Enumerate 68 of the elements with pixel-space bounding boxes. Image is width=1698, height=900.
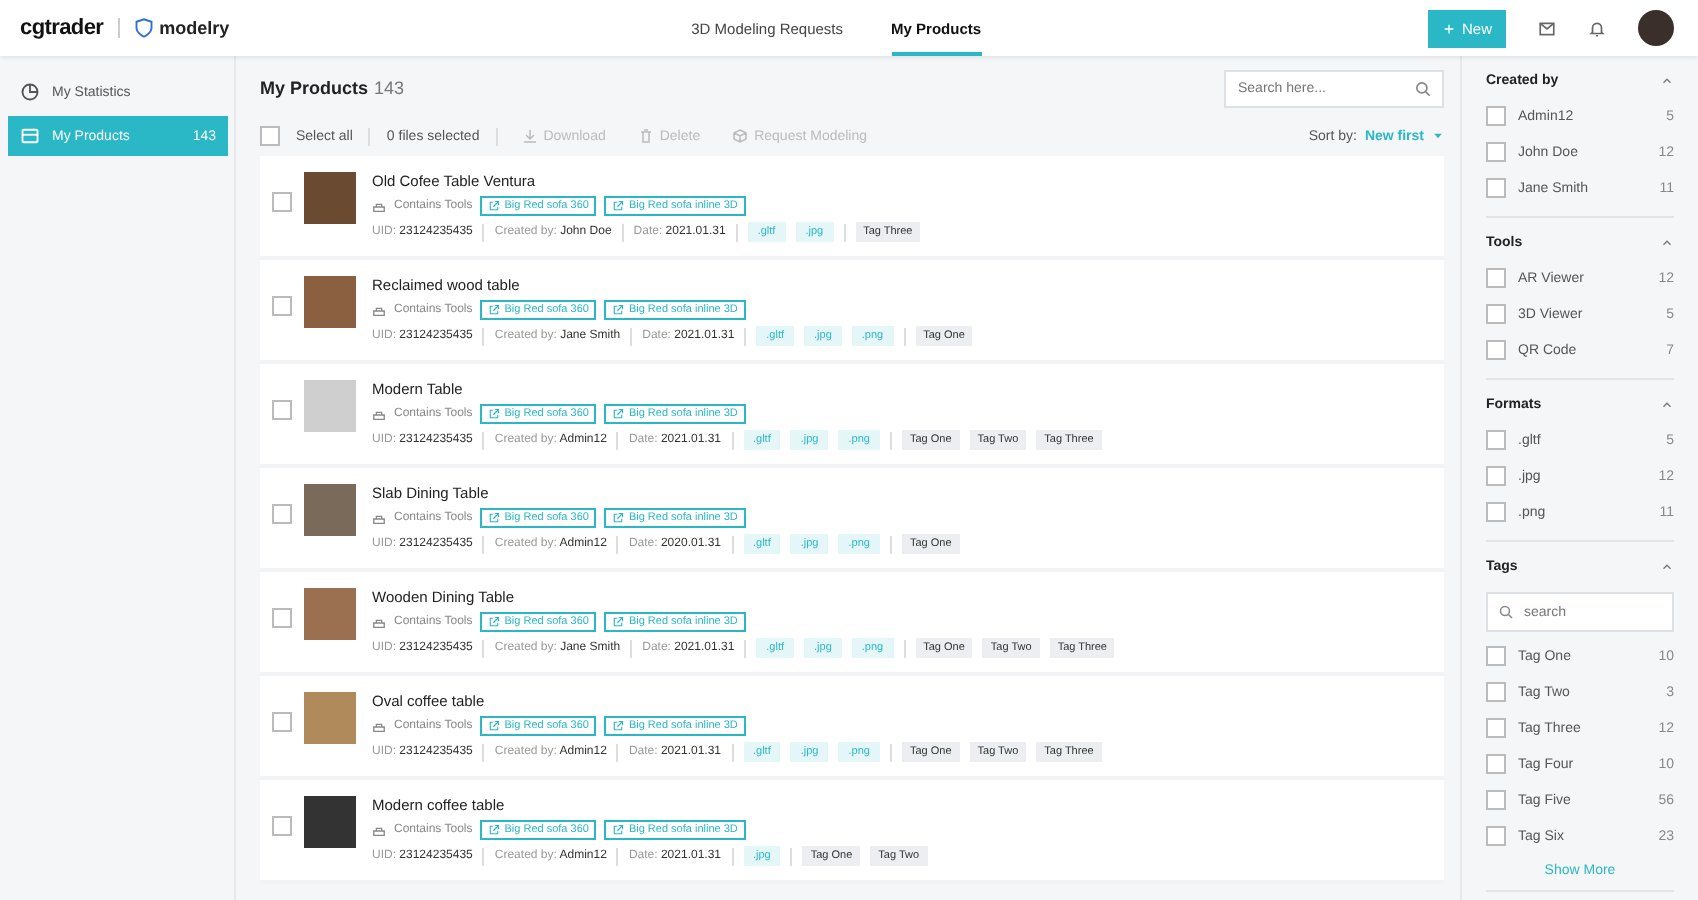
tools-icon [372, 303, 386, 317]
checkbox[interactable] [1486, 718, 1506, 738]
plus-icon [1441, 21, 1456, 35]
checkbox[interactable] [272, 608, 292, 628]
caret-icon [1432, 130, 1444, 142]
external-link-icon [612, 512, 625, 524]
external-link-icon [612, 616, 625, 628]
photo-placeholder [304, 484, 356, 536]
bell-icon [1588, 19, 1606, 37]
external-link-icon [488, 200, 501, 212]
checkbox[interactable] [272, 400, 292, 420]
checkbox[interactable] [1486, 646, 1506, 666]
download-icon [521, 128, 538, 144]
external-link-icon [612, 200, 625, 212]
checkbox[interactable] [272, 296, 292, 316]
checkbox[interactable] [1486, 430, 1506, 450]
checkbox[interactable] [1486, 268, 1506, 288]
shield-icon [133, 18, 154, 38]
checkbox[interactable] [1486, 178, 1506, 198]
external-link-icon [612, 408, 625, 420]
user-avatar[interactable] [1638, 10, 1674, 46]
external-link-icon [612, 304, 625, 316]
external-link-icon [488, 304, 501, 316]
external-link-icon [612, 720, 625, 732]
checkbox[interactable] [1486, 502, 1506, 522]
checkbox[interactable] [272, 192, 292, 212]
external-link-icon [488, 720, 501, 732]
search-icon [1414, 79, 1432, 97]
box-icon [20, 126, 40, 146]
checkbox[interactable] [1486, 754, 1506, 774]
mail-icon [1538, 19, 1556, 37]
page-title: My Products [260, 78, 369, 98]
external-link-icon [488, 616, 501, 628]
external-link-icon [612, 824, 625, 836]
tools-icon [372, 407, 386, 421]
product-logo[interactable]: modelry [159, 18, 230, 38]
checkbox[interactable] [1486, 142, 1506, 162]
checkbox[interactable] [1486, 682, 1506, 702]
checkbox[interactable] [272, 816, 292, 836]
photo-placeholder [304, 588, 356, 640]
brand-logo[interactable]: cgtrader [20, 16, 104, 40]
product-count: 143 [374, 78, 405, 98]
checkbox[interactable] [1486, 304, 1506, 324]
trash-icon [637, 128, 654, 144]
checkbox[interactable] [1486, 826, 1506, 846]
photo-placeholder [304, 276, 356, 328]
external-link-icon [488, 824, 501, 836]
tools-icon [372, 199, 386, 213]
external-link-icon [488, 408, 501, 420]
photo-placeholder [304, 796, 356, 848]
tools-icon [372, 615, 386, 629]
photo-placeholder [304, 172, 356, 224]
tools-icon [372, 719, 386, 733]
photo-placeholder [304, 380, 356, 432]
photo-placeholder [304, 692, 356, 744]
checkbox[interactable] [272, 712, 292, 732]
checkbox[interactable] [260, 126, 280, 146]
tools-icon [372, 511, 386, 525]
cube-icon [732, 128, 749, 144]
checkbox[interactable] [1486, 340, 1506, 360]
external-link-icon [488, 512, 501, 524]
checkbox[interactable] [272, 504, 292, 524]
search-icon [1498, 604, 1514, 620]
checkbox[interactable] [1486, 106, 1506, 126]
chart-icon [20, 82, 40, 102]
checkbox[interactable] [1486, 466, 1506, 486]
tools-icon [372, 823, 386, 837]
checkbox[interactable] [1486, 790, 1506, 810]
